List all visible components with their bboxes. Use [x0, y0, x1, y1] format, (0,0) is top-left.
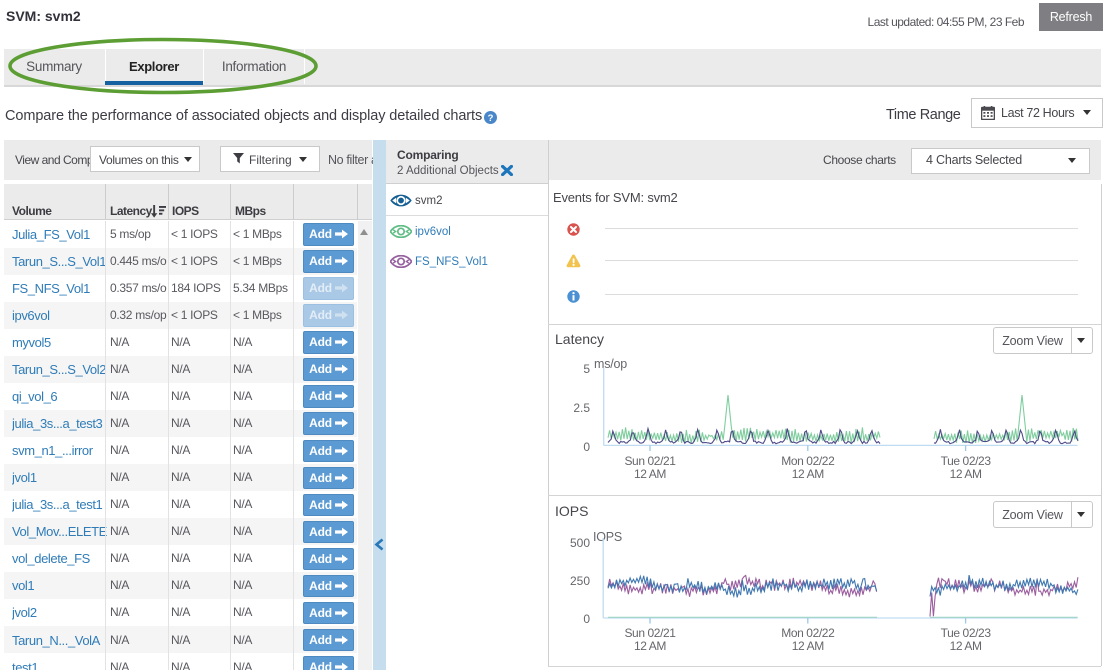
- svg-text:?: ?: [488, 112, 494, 123]
